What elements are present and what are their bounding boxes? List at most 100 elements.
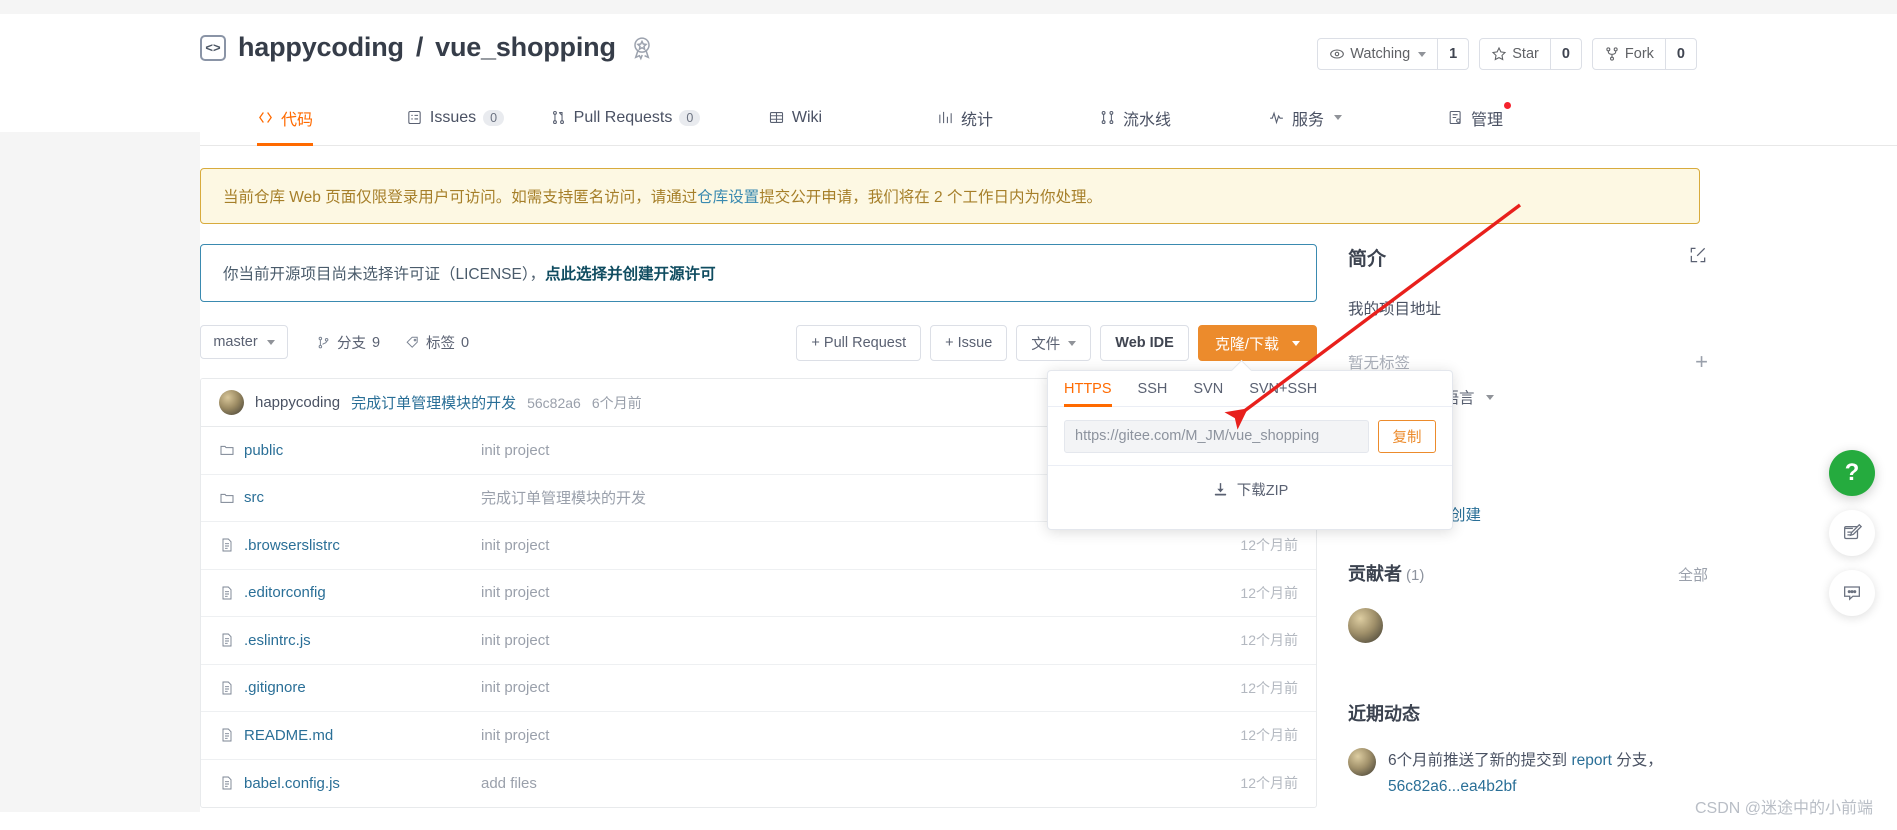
new-pull-request-button[interactable]: + Pull Request [796,325,922,361]
tab-stats[interactable]: 统计 [937,90,993,145]
chevron-down-icon [1418,51,1427,57]
repo-settings-link[interactable]: 仓库设置 [697,185,759,207]
download-zip-button[interactable]: 下载ZIP [1048,465,1452,513]
folder-icon [220,446,234,456]
clone-url-input[interactable]: https://gitee.com/M_JM/vue_shopping [1064,420,1369,453]
watch-button[interactable]: Watching [1318,39,1437,69]
clone-tab-ssh[interactable]: SSH [1138,381,1168,406]
chat-bubble-icon[interactable] [1829,570,1875,616]
file-time: 12个月前 [1240,537,1298,554]
file-name: .eslintrc.js [244,631,311,649]
file-name: .browserslistrc [244,536,340,554]
branch-icon [318,336,329,349]
table-row[interactable]: README.md init project 12个月前 [201,712,1316,760]
clone-download-label: 克隆/下载 [1214,335,1279,353]
tab-manage[interactable]: 管理 [1447,90,1511,145]
avatar[interactable] [1348,608,1383,643]
chevron-down-icon [1292,340,1300,346]
repo-name[interactable]: vue_shopping [435,32,616,63]
clone-download-button[interactable]: 克隆/下载 [1197,325,1317,361]
commit-author[interactable]: happycoding [255,394,340,411]
clone-protocol-tabs: HTTPS SSH SVN SVN+SSH [1048,371,1452,407]
plus-icon[interactable]: + [1695,349,1708,375]
avatar [1348,748,1376,776]
file-name-cell[interactable]: public [201,442,481,459]
fork-button[interactable]: Fork [1593,39,1665,69]
contributors-all-link[interactable]: 全部 [1678,564,1708,585]
files-menu-button[interactable]: 文件 [1016,325,1092,361]
table-row[interactable]: .eslintrc.js init project 12个月前 [201,617,1316,665]
create-license-link[interactable]: 点此选择并创建开源许可 [545,262,716,284]
recent-sha-link[interactable]: 56c82a6...ea4b2bf [1388,778,1516,795]
file-message: add files [481,774,537,792]
branches-link[interactable]: 分支 9 [316,332,380,353]
fork-icon [1606,47,1618,61]
edit-square-icon[interactable] [1688,245,1708,270]
watch-button-group[interactable]: Watching 1 [1317,38,1470,70]
avatar [219,390,244,415]
web-ide-button[interactable]: Web IDE [1100,325,1189,361]
bottom-fade [0,812,1897,830]
code-brackets-icon: <> [200,34,226,61]
pipeline-icon [1101,110,1114,125]
clone-tab-svn-ssh[interactable]: SVN+SSH [1249,381,1317,406]
branch-selector[interactable]: master [200,325,288,359]
file-name-cell[interactable]: src [201,489,481,506]
clone-tab-https[interactable]: HTTPS [1064,381,1112,407]
fork-label: Fork [1624,46,1654,62]
create-link[interactable]: 创建 [1450,503,1481,525]
table-row[interactable]: .editorconfig init project 12个月前 [201,570,1316,617]
tab-issues[interactable]: Issues 0 [406,90,505,145]
notification-dot-icon [1504,102,1511,109]
repo-nav: 代码 Issues 0 Pull Requests 0 Wiki 统计 流水线 … [200,90,1897,146]
file-message: init project [481,584,550,602]
toolbar-buttons: + Pull Request + Issue 文件 Web IDE 克隆/下载 [796,325,1317,361]
edit-feedback-icon[interactable] [1829,510,1875,556]
tab-code[interactable]: 代码 [256,90,314,146]
chevron-down-icon [1334,115,1342,120]
file-name-cell[interactable]: .eslintrc.js [201,632,481,649]
recent-prefix: 6个月前推送了新的提交到 [1388,752,1572,769]
help-question-icon[interactable]: ? [1829,450,1875,496]
warning-text-part1: 当前仓库 Web 页面仅限登录用户可访问。如需支持匿名访问，请通过 [223,189,698,206]
table-row[interactable]: babel.config.js add files 12个月前 [201,760,1316,808]
clone-popover: HTTPS SSH SVN SVN+SSH https://gitee.com/… [1047,370,1453,530]
file-name-cell[interactable]: babel.config.js [201,775,481,792]
recent-branch-link[interactable]: report [1571,752,1612,769]
file-name-cell[interactable]: .browserslistrc [201,537,481,554]
tab-pull-requests[interactable]: Pull Requests 0 [550,90,701,145]
repo-owner[interactable]: happycoding [238,32,404,63]
file-icon [222,776,232,790]
tab-wiki[interactable]: Wiki [768,90,822,145]
file-time: 12个月前 [1240,727,1298,744]
file-name: .editorconfig [244,584,326,602]
branches-count: 9 [372,334,381,351]
star-button[interactable]: Star [1480,39,1550,69]
file-time: 12个月前 [1240,584,1298,601]
award-badge-icon[interactable] [628,34,656,62]
star-button-group[interactable]: Star 0 [1479,38,1582,70]
recent-activity-title: 近期动态 [1348,704,1420,724]
file-time: 12个月前 [1240,679,1298,696]
commit-message[interactable]: 完成订单管理模块的开发 [351,392,516,413]
tab-services[interactable]: 服务 [1268,90,1342,145]
clone-tab-svn[interactable]: SVN [1193,381,1223,406]
code-icon [259,112,272,123]
contributors-title: 贡献者 (1) [1348,560,1424,586]
repo-toolbar: master 分支 9 标签 0 + Pull Request + Issue … [200,325,1317,369]
eye-icon [1330,49,1345,59]
commit-sha[interactable]: 56c82a6 [527,395,581,411]
watch-count: 1 [1437,39,1468,69]
copy-url-button[interactable]: 复制 [1378,420,1436,453]
file-name-cell[interactable]: README.md [201,727,481,744]
tab-pipeline[interactable]: 流水线 [1099,90,1171,145]
new-issue-button[interactable]: + Issue [930,325,1008,361]
file-name-cell[interactable]: .gitignore [201,679,481,696]
tags-count: 0 [461,334,470,351]
table-row[interactable]: .gitignore init project 12个月前 [201,665,1316,712]
file-icon [222,681,232,695]
recent-activity-text: 6个月前推送了新的提交到 report 分支， 56c82a6...ea4b2bf [1388,748,1688,799]
file-name-cell[interactable]: .editorconfig [201,584,481,601]
fork-button-group[interactable]: Fork 0 [1591,38,1697,70]
tags-link[interactable]: 标签 0 [405,332,469,353]
